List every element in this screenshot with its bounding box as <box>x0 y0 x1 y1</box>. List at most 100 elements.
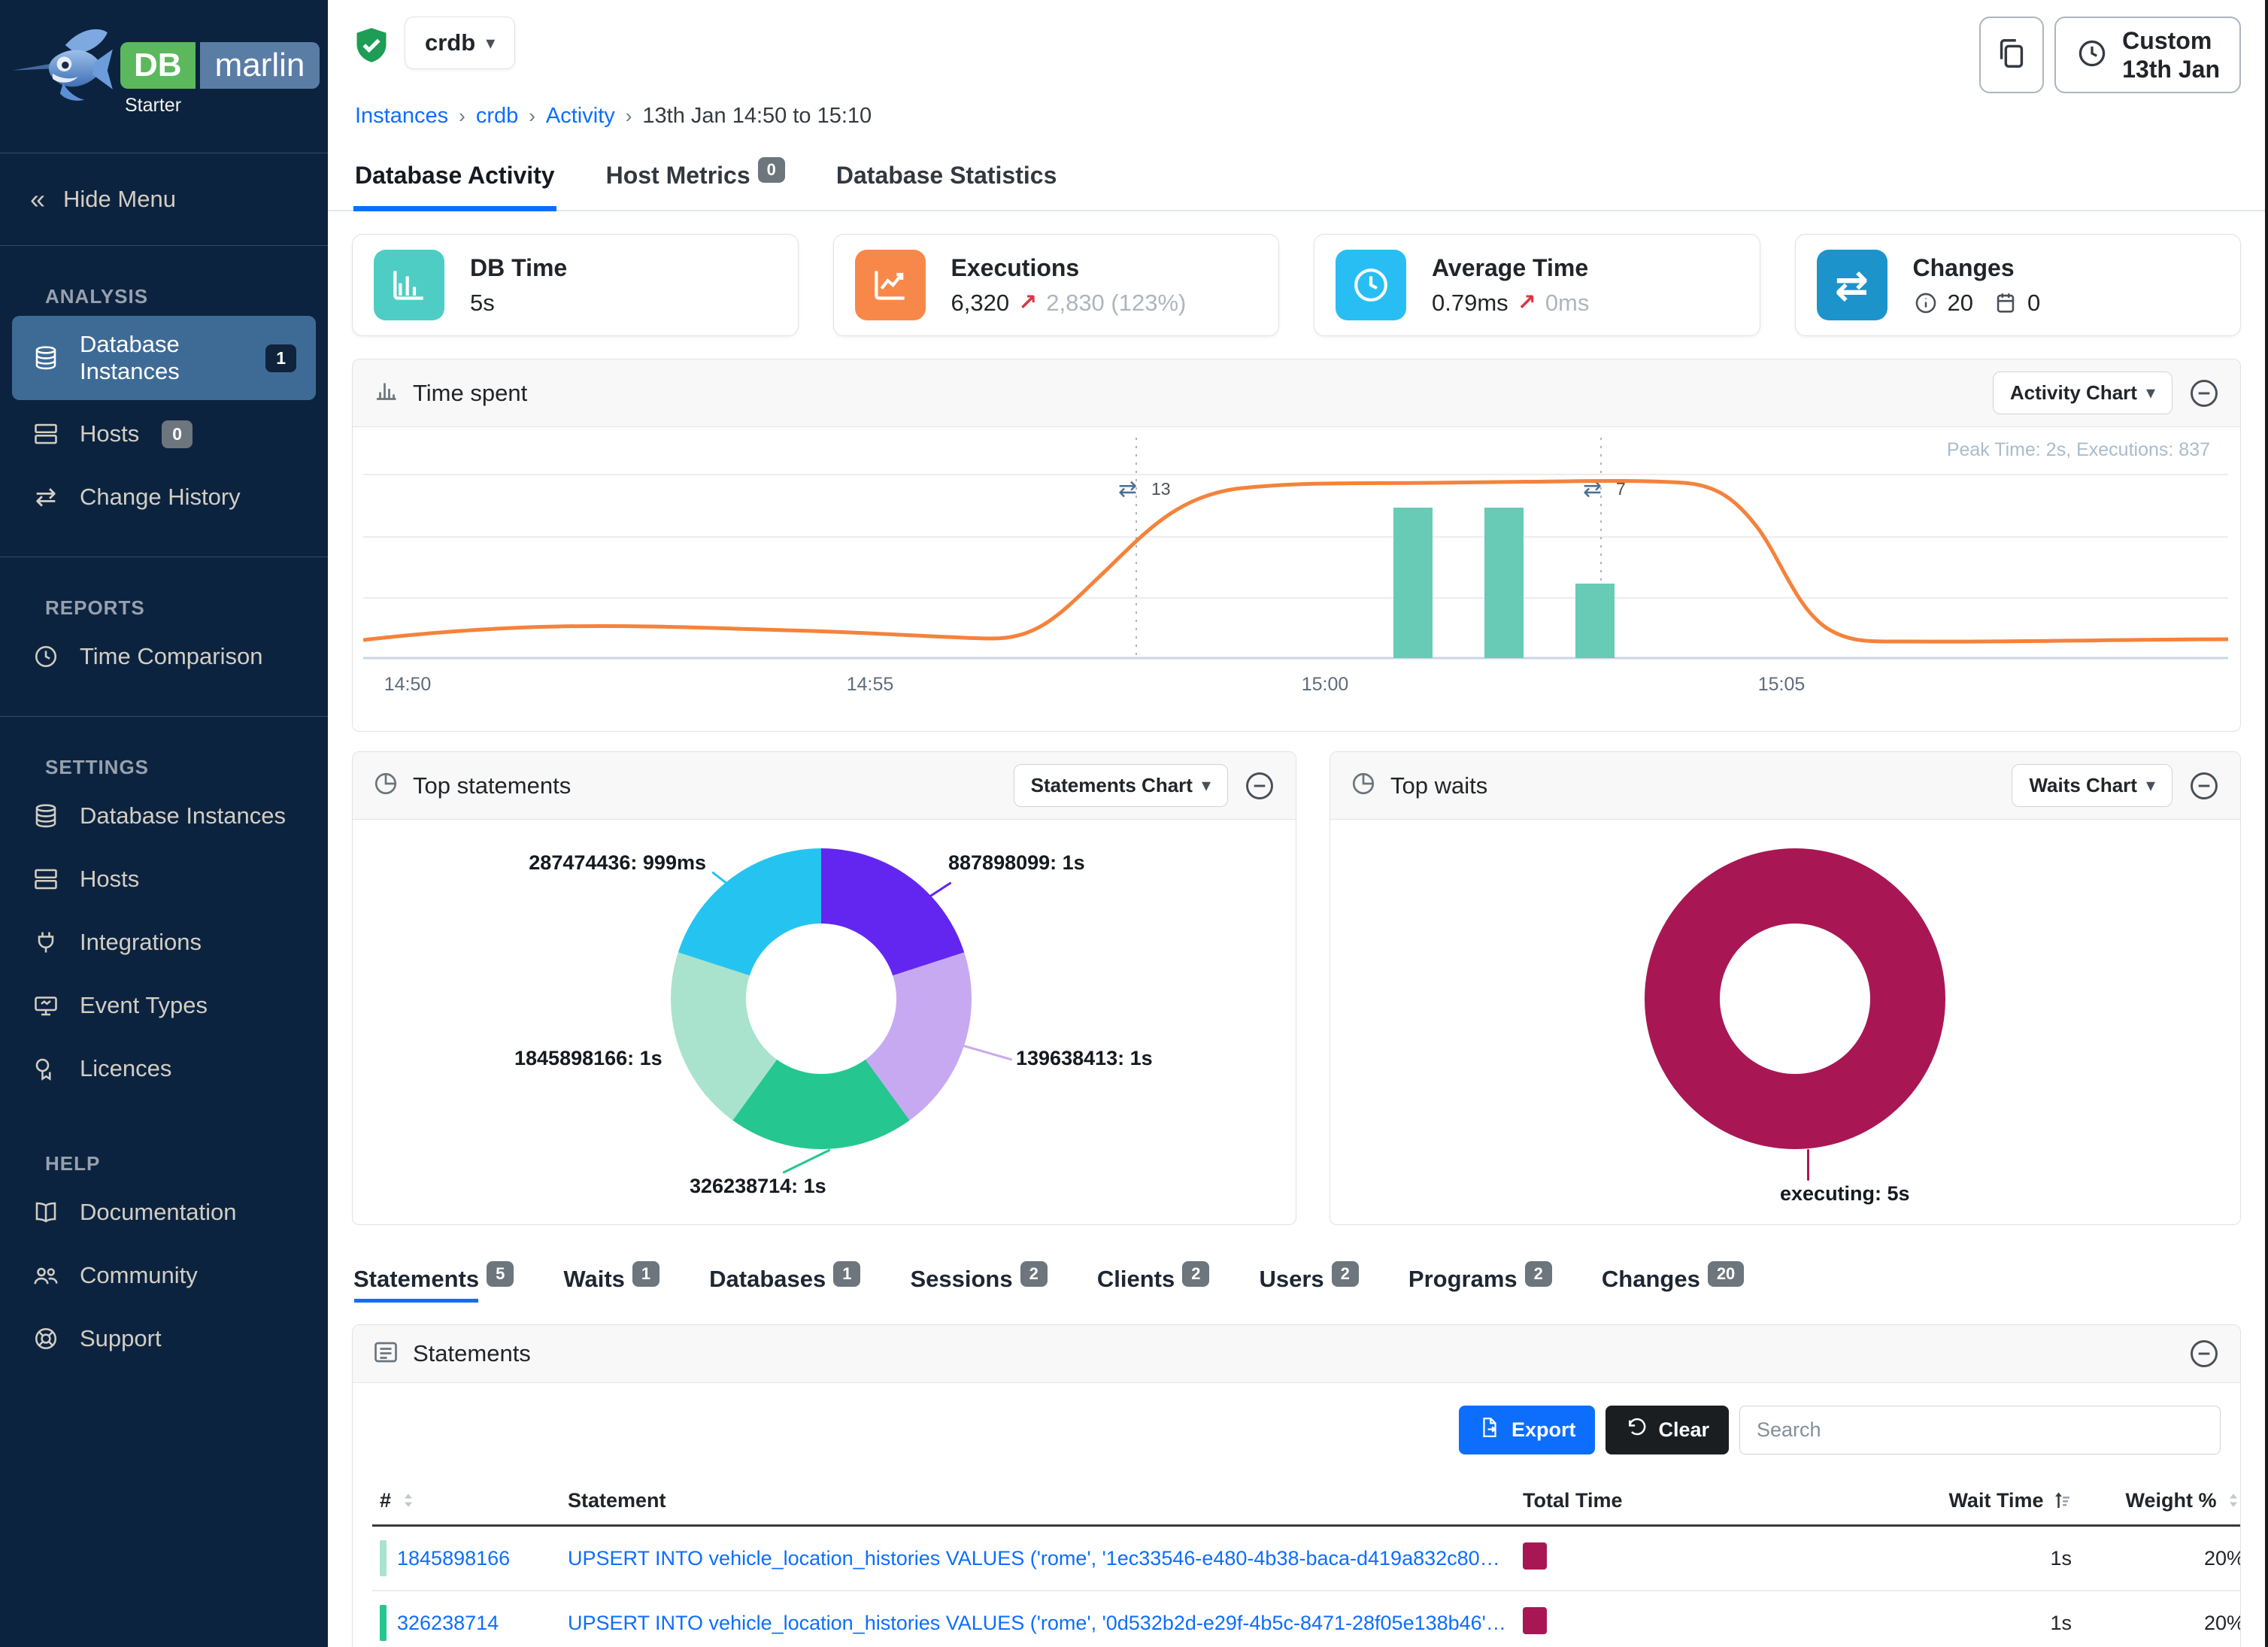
subtab-waits[interactable]: Waits1 <box>563 1266 659 1309</box>
col-header-weight[interactable]: Weight % <box>2079 1477 2241 1526</box>
breadcrumb-crdb[interactable]: crdb <box>476 104 518 129</box>
pie-chart-icon <box>372 770 399 801</box>
detail-tabbar: Statements5 Waits1 Databases1 Sessions2 … <box>328 1240 2265 1309</box>
collapse-panel-button[interactable] <box>2188 1337 2221 1370</box>
chevrons-left-icon: « <box>30 184 45 215</box>
copy-link-button[interactable] <box>1979 17 2044 93</box>
list-icon <box>372 1339 399 1369</box>
sidebar-item-settings-database-instances[interactable]: Database Instances <box>12 787 316 845</box>
statement-sql-link[interactable]: UPSERT INTO vehicle_location_histories V… <box>568 1547 1508 1570</box>
subtab-clients[interactable]: Clients2 <box>1097 1266 1210 1309</box>
sidebar-item-database-instances[interactable]: Database Instances 1 <box>12 316 316 400</box>
sidebar-item-support[interactable]: Support <box>12 1309 316 1368</box>
panel-title: Top waits <box>1390 772 1487 799</box>
statements-chart-dropdown[interactable]: Statements Chart▾ <box>1014 764 1228 807</box>
waits-donut[interactable] <box>1645 848 1945 1149</box>
count-badge: 1 <box>265 344 296 372</box>
sidebar-item-change-history[interactable]: ⇄ Change History <box>12 468 316 526</box>
statement-color-bar <box>380 1540 387 1576</box>
subtab-changes[interactable]: Changes20 <box>1602 1266 1744 1309</box>
tab-host-metrics[interactable]: Host Metrics0 <box>605 148 787 210</box>
statement-id-link[interactable]: 1845898166 <box>397 1547 510 1570</box>
count-badge: 1 <box>833 1261 860 1287</box>
export-button[interactable]: Export <box>1459 1406 1596 1454</box>
subtab-sessions[interactable]: Sessions2 <box>910 1266 1047 1309</box>
clear-button[interactable]: Clear <box>1605 1406 1729 1454</box>
subtab-statements[interactable]: Statements5 <box>353 1266 514 1309</box>
metric-cards: DB Time 5s Executions 6,320 ↗ 2,830 (123… <box>328 211 2265 353</box>
panel-title: Statements <box>413 1340 531 1367</box>
server-icon <box>32 865 60 893</box>
sidebar-item-documentation[interactable]: Documentation <box>12 1183 316 1242</box>
sort-ascending-icon[interactable] <box>2049 1489 2072 1512</box>
hide-menu-button[interactable]: « Hide Menu <box>0 153 328 246</box>
collapse-panel-button[interactable] <box>2188 769 2221 802</box>
search-input[interactable] <box>1739 1406 2221 1454</box>
sidebar-item-event-types[interactable]: Event Types <box>12 976 316 1035</box>
card-title: DB Time <box>470 254 567 282</box>
breadcrumb-activity[interactable]: Activity <box>546 104 615 129</box>
executions-bar[interactable] <box>1484 508 1524 658</box>
sidebar-item-settings-hosts[interactable]: Hosts <box>12 850 316 908</box>
sidebar-item-licences[interactable]: Licences <box>12 1039 316 1098</box>
changes-info-count: 20 <box>1948 290 1973 317</box>
count-badge: 0 <box>162 420 193 448</box>
col-header-statement[interactable]: Statement <box>560 1477 1515 1526</box>
sidebar-item-label: Event Types <box>80 992 208 1019</box>
x-tick: 14:50 <box>384 674 432 695</box>
sidebar-item-label: Support <box>80 1325 162 1352</box>
breadcrumb-instances[interactable]: Instances <box>355 104 448 129</box>
exchange-arrows-icon: ⇄ <box>1817 250 1887 320</box>
instance-selector[interactable]: crdb ▾ <box>405 17 515 69</box>
sidebar-item-label: Community <box>80 1262 198 1289</box>
time-range-button[interactable]: Custom 13th Jan <box>2054 17 2241 93</box>
app-window: DB marlin Starter « Hide Menu ANALYSIS D… <box>0 0 2268 1647</box>
subtab-users[interactable]: Users2 <box>1259 1266 1358 1309</box>
sidebar-item-hosts[interactable]: Hosts 0 <box>12 405 316 463</box>
sidebar-item-community[interactable]: Community <box>12 1246 316 1305</box>
database-icon <box>32 344 60 372</box>
subtab-programs[interactable]: Programs2 <box>1408 1266 1552 1309</box>
donut-label: 326238714: 1s <box>690 1175 826 1198</box>
tab-database-statistics[interactable]: Database Statistics <box>835 148 1058 210</box>
sidebar-item-integrations[interactable]: Integrations <box>12 913 316 972</box>
panel-title: Top statements <box>413 772 571 799</box>
col-header-wait-time[interactable]: Wait Time <box>1831 1477 2079 1526</box>
time-range-type: Custom <box>2122 27 2212 54</box>
col-header-total-time[interactable]: Total Time <box>1515 1477 1831 1526</box>
sidebar-item-label: Licences <box>80 1055 171 1082</box>
book-icon <box>32 1198 60 1227</box>
instance-name: crdb <box>425 29 475 56</box>
sidebar-item-time-comparison[interactable]: Time Comparison <box>12 627 316 686</box>
card-executions: Executions 6,320 ↗ 2,830 (123%) <box>833 234 1280 336</box>
executions-bar[interactable] <box>1393 508 1433 658</box>
sort-icon[interactable] <box>397 1489 420 1512</box>
sort-icon[interactable] <box>2222 1489 2241 1512</box>
section-title-reports: REPORTS <box>45 596 328 620</box>
donut-label: 139638413: 1s <box>1016 1047 1153 1070</box>
total-time-bar <box>1523 1607 1547 1634</box>
count-badge: 5 <box>487 1261 514 1287</box>
time-spent-chart[interactable]: Peak Time: 2s, Executions: 837 ⇄ 13 ⇄ 7 <box>353 427 2240 731</box>
subtab-databases[interactable]: Databases1 <box>709 1266 860 1309</box>
sidebar-item-label: Hosts <box>80 420 139 447</box>
card-delta: 0ms <box>1545 290 1590 317</box>
statement-id-link[interactable]: 326238714 <box>397 1612 499 1635</box>
statement-sql-link[interactable]: UPSERT INTO vehicle_location_histories V… <box>568 1612 1508 1635</box>
sidebar-item-label: Integrations <box>80 929 202 956</box>
section-title-settings: SETTINGS <box>45 756 328 779</box>
col-header-id[interactable]: # <box>372 1477 560 1526</box>
tab-database-activity[interactable]: Database Activity <box>353 148 556 211</box>
executions-bar[interactable] <box>1575 584 1615 658</box>
waits-chart-dropdown[interactable]: Waits Chart▾ <box>2012 764 2172 807</box>
collapse-panel-button[interactable] <box>1243 769 1276 802</box>
statements-donut[interactable] <box>671 848 972 1149</box>
total-time-bar <box>1523 1542 1547 1570</box>
collapse-panel-button[interactable] <box>2188 377 2221 410</box>
table-row: 326238714 UPSERT INTO vehicle_location_h… <box>372 1591 2241 1647</box>
activity-chart-dropdown[interactable]: Activity Chart▾ <box>1993 372 2172 414</box>
copy-icon <box>1994 36 2029 74</box>
donut-label: 1845898166: 1s <box>514 1047 663 1070</box>
x-tick: 15:05 <box>1758 674 1806 695</box>
chevron-down-icon: ▾ <box>2146 382 2155 404</box>
